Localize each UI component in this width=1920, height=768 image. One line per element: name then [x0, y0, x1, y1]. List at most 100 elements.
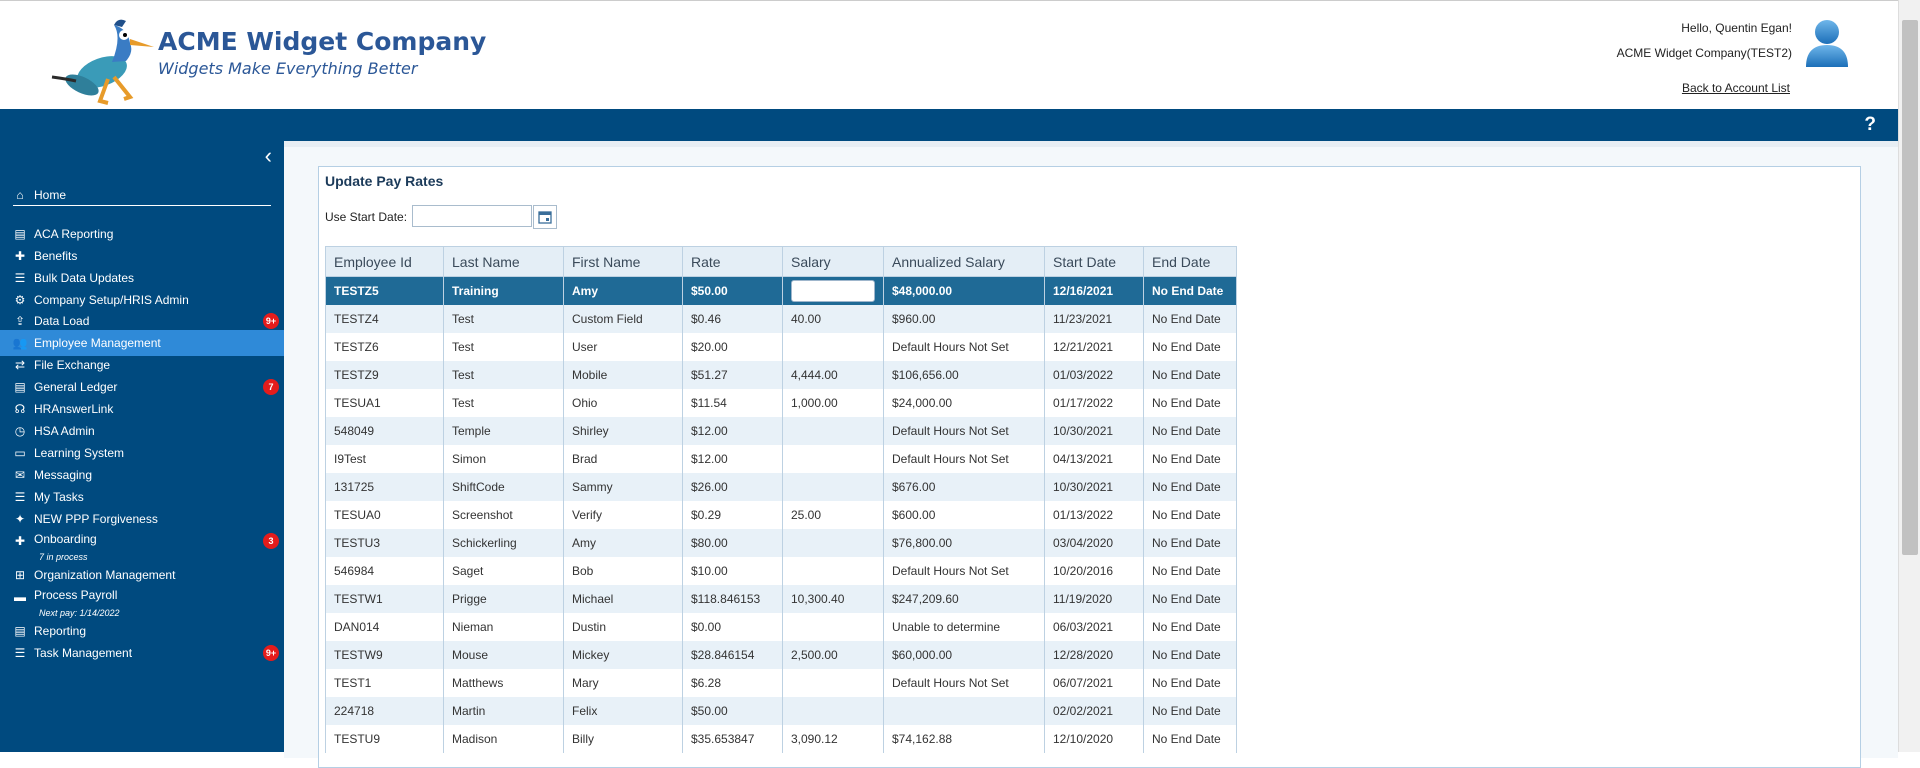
table-cell: No End Date	[1143, 669, 1237, 697]
sidebar-item-label: HSA Admin	[34, 424, 95, 438]
table-cell	[782, 557, 884, 585]
sidebar-item-label: Reporting	[34, 624, 87, 638]
page-scrollbar[interactable]	[1898, 0, 1920, 752]
sidebar-item-task-management[interactable]: ☰ Task Management 9+	[0, 640, 284, 666]
headset-icon: ☊	[14, 402, 26, 416]
table-row[interactable]: TESTU9 Madison Billy $35.653847 3,090.12 $74,…	[325, 725, 1237, 753]
table-row[interactable]: TESTZ4 Test Custom Field $0.46 40.00 $960.00 1…	[325, 305, 1237, 333]
column-header[interactable]: Start Date	[1044, 246, 1144, 277]
table-cell: $10.00	[682, 557, 783, 585]
sidebar-item-label: Learning System	[34, 446, 125, 460]
table-row[interactable]: TESUA1 Test Ohio $11.54 1,000.00 $24,000.00 01…	[325, 389, 1237, 417]
table-cell: 12/28/2020	[1044, 641, 1144, 669]
gift-icon: ✦	[14, 512, 26, 526]
scrollbar-thumb[interactable]	[1902, 20, 1918, 555]
table-cell: Test	[443, 333, 564, 361]
table-cell: $20.00	[682, 333, 783, 361]
table-cell: 40.00	[782, 305, 884, 333]
table-cell: Matthews	[443, 669, 564, 697]
table-cell: 12/16/2021	[1044, 276, 1144, 305]
table-cell: 548049	[325, 417, 444, 445]
table-cell: Custom Field	[563, 305, 683, 333]
table-cell: TESTU9	[325, 725, 444, 753]
table-cell: Prigge	[443, 585, 564, 613]
user-avatar-icon[interactable]	[1804, 17, 1850, 67]
table-cell: No End Date	[1143, 417, 1237, 445]
table-cell: Martin	[443, 697, 564, 725]
table-cell: 2,500.00	[782, 641, 884, 669]
sidebar-item-process-payroll[interactable]: ▬ Process Payroll	[0, 584, 284, 610]
table-row[interactable]: 131725 ShiftCode Sammy $26.00 $676.00 10/30/2…	[325, 473, 1237, 501]
table-cell: 02/02/2021	[1044, 697, 1144, 725]
table-cell: $106,656.00	[883, 361, 1045, 389]
table-row[interactable]: TESTZ9 Test Mobile $51.27 4,444.00 $106,656.0…	[325, 361, 1237, 389]
sidebar-item-label: Company Setup/HRIS Admin	[34, 293, 189, 307]
sidebar-item-label: Task Management	[34, 646, 133, 660]
table-cell: 10/30/2021	[1044, 417, 1144, 445]
page-title: Update Pay Rates	[325, 173, 444, 189]
table-cell: 10/20/2016	[1044, 557, 1144, 585]
table-cell: Default Hours Not Set	[883, 445, 1045, 473]
column-header[interactable]: Rate	[682, 246, 783, 277]
table-cell: $35.653847	[682, 725, 783, 753]
table-cell	[782, 445, 884, 473]
notification-badge: 7	[263, 379, 279, 395]
column-header[interactable]: Annualized Salary	[883, 246, 1045, 277]
table-cell	[782, 669, 884, 697]
column-header[interactable]: First Name	[563, 246, 683, 277]
table-row[interactable]: TEST1 Matthews Mary $6.28 Default Hours Not …	[325, 669, 1237, 697]
table-cell: 224718	[325, 697, 444, 725]
table-cell: $118.846153	[682, 585, 783, 613]
table-row[interactable]: TESTW1 Prigge Michael $118.846153 10,300.40 $…	[325, 585, 1237, 613]
table-cell: Amy	[563, 276, 683, 305]
table-row[interactable]: TESUA0 Screenshot Verify $0.29 25.00 $600.00 0…	[325, 501, 1237, 529]
table-cell: $960.00	[883, 305, 1045, 333]
sidebar-item-label: My Tasks	[34, 490, 84, 504]
report-icon: ▤	[14, 624, 26, 638]
table-cell: $48,000.00	[883, 276, 1045, 305]
table-row[interactable]: I9Test Simon Brad $12.00 Default Hours Not S…	[325, 445, 1237, 473]
list-icon: ☰	[14, 271, 26, 285]
table-row[interactable]: TESTW9 Mouse Mickey $28.846154 2,500.00 $60,0…	[325, 641, 1237, 669]
start-date-label: Use Start Date:	[325, 210, 408, 224]
company-tagline: Widgets Make Everything Better	[158, 59, 418, 78]
table-cell: $76,800.00	[883, 529, 1045, 557]
table-cell: 10/30/2021	[1044, 473, 1144, 501]
table-cell: $11.54	[682, 389, 783, 417]
document-icon: ▤	[14, 227, 26, 241]
help-icon[interactable]: ?	[1864, 114, 1876, 136]
table-cell: I9Test	[325, 445, 444, 473]
start-date-input[interactable]	[412, 205, 532, 227]
table-row[interactable]: TESTU3 Schickerling Amy $80.00 $76,800.00 03/…	[325, 529, 1237, 557]
users-icon: 👥	[12, 336, 28, 350]
table-cell: No End Date	[1143, 305, 1237, 333]
column-header[interactable]: End Date	[1143, 246, 1237, 277]
table-cell: No End Date	[1143, 613, 1237, 641]
table-cell: $12.00	[682, 417, 783, 445]
table-cell: 12/21/2021	[1044, 333, 1144, 361]
table-row[interactable]: 224718 Martin Felix $50.00 02/02/2021 No End …	[325, 697, 1237, 725]
table-cell: DAN014	[325, 613, 444, 641]
sidebar-item-label: File Exchange	[34, 358, 111, 372]
table-row[interactable]: 548049 Temple Shirley $12.00 Default Hours N…	[325, 417, 1237, 445]
table-row[interactable]: DAN014 Nieman Dustin $0.00 Unable to determi…	[325, 613, 1237, 641]
table-row[interactable]: 546984 Saget Bob $10.00 Default Hours Not Se…	[325, 557, 1237, 585]
sidebar-item-home[interactable]: ⌂ Home	[0, 182, 284, 208]
column-header[interactable]: Employee Id	[325, 246, 444, 277]
table-row[interactable]: TESTZ6 Test User $20.00 Default Hours Not Se…	[325, 333, 1237, 361]
account-name: ACME Widget Company(TEST2)	[1616, 46, 1792, 60]
salary-input[interactable]	[791, 280, 875, 302]
table-cell: Nieman	[443, 613, 564, 641]
chevron-left-icon[interactable]: ‹	[265, 143, 272, 169]
back-to-account-list-link[interactable]: Back to Account List	[1682, 81, 1790, 95]
sidebar-item-onboarding[interactable]: ✚ Onboarding 3	[0, 528, 284, 554]
calendar-button[interactable]	[533, 205, 557, 229]
table-cell	[883, 697, 1045, 725]
table-cell	[782, 697, 884, 725]
column-header[interactable]: Salary	[782, 246, 884, 277]
table-cell: Billy	[563, 725, 683, 753]
table-cell: No End Date	[1143, 501, 1237, 529]
table-cell: 01/03/2022	[1044, 361, 1144, 389]
column-header[interactable]: Last Name	[443, 246, 564, 277]
table-row[interactable]: TESTZ5 Training Amy $50.00 $48,000.00 12/16/2…	[325, 276, 1237, 305]
